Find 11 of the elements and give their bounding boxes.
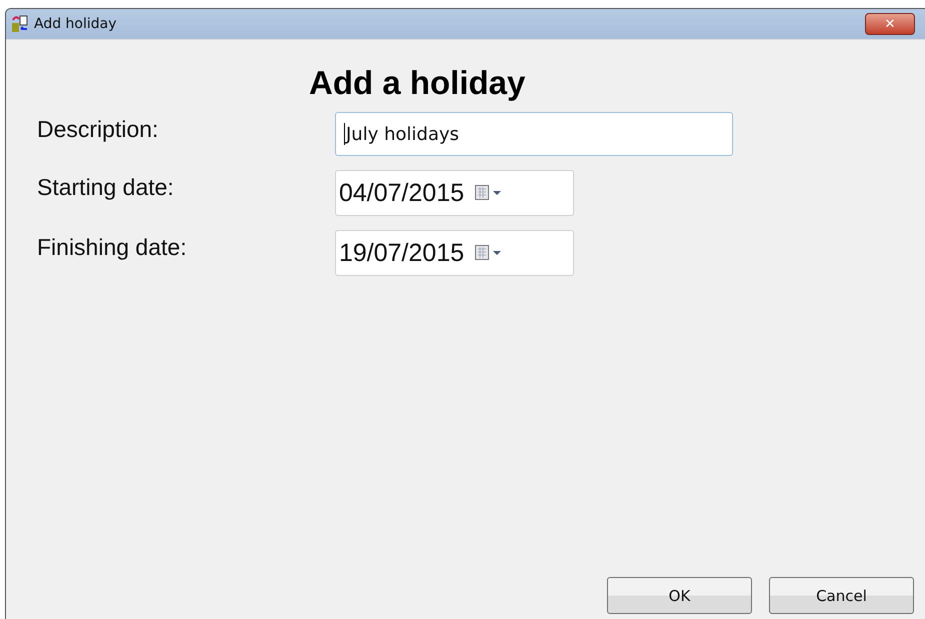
description-field[interactable]: July holidays [335,112,733,156]
dialog-heading: Add a holiday [309,64,526,102]
field-label: Description: [37,115,160,143]
window-title: Add holiday [34,16,117,32]
field-label: Starting date: [37,173,175,201]
dialog-button[interactable]: OK [607,577,752,614]
dialog-button[interactable]: Cancel [769,577,914,614]
field-label: Finishing date: [37,233,188,261]
date-picker[interactable]: 19/07/2015 [335,230,574,276]
app-icon [10,14,30,34]
date-picker[interactable]: 04/07/2015 [335,170,574,216]
